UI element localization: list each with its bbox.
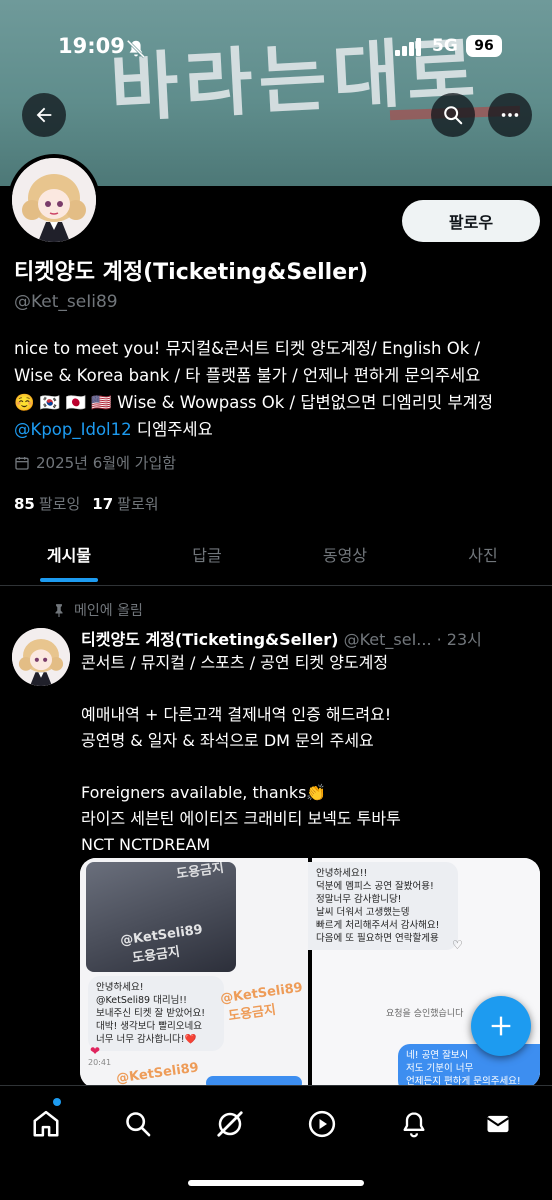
more-options-button[interactable]: [488, 93, 532, 137]
status-time: 19:09: [58, 34, 125, 58]
pinned-indicator: 메인에 올림: [52, 600, 143, 620]
home-icon: [33, 1110, 59, 1137]
tab-photos[interactable]: 사진: [414, 532, 552, 584]
profile-avatar[interactable]: [8, 154, 100, 246]
nav-notifications[interactable]: [394, 1104, 434, 1144]
post-text: 콘서트 / 뮤지컬 / 스포츠 / 공연 티켓 양도계정 예매내역 + 다른고객…: [81, 650, 541, 858]
bio-mention-link[interactable]: @Kpop_Idol12: [14, 420, 132, 439]
divider: [0, 585, 552, 586]
profile-tabs: 게시물 답글 동영상 사진: [0, 532, 552, 584]
profile-banner[interactable]: 바라는대로: [0, 0, 552, 186]
back-button[interactable]: [22, 93, 66, 137]
chat-bubble: 안녕하세요! @KetSeli89 대리님!! 보내주신 티켓 잘 받았어요! …: [88, 976, 224, 1051]
profile-handle: @Ket_seIi89: [14, 292, 118, 312]
nav-search[interactable]: [118, 1104, 158, 1144]
mail-icon: [486, 1115, 510, 1133]
nav-messages[interactable]: [478, 1104, 518, 1144]
tab-posts[interactable]: 게시물: [0, 532, 138, 584]
chat-bubble: 네! 공연 잘보시 저도 기분이 너무 언제든지 편하게 문의주세요!: [398, 1044, 540, 1088]
search-icon: [444, 106, 463, 125]
post-line: Foreigners available, thanks👏: [81, 783, 327, 802]
joined-date: 2025년 6월에 가입함: [14, 452, 176, 473]
profile-display-name: 티켓양도 계정(Ticketing&Seller): [14, 260, 369, 285]
post-author-name[interactable]: 티켓양도 계정(Ticketing&Seller): [81, 630, 338, 649]
avatar-illustration: [12, 628, 70, 686]
follow-button[interactable]: 팔로우: [402, 200, 540, 242]
bio-line: nice to meet you! 뮤지컬&콘서트 티켓 양도계정/ Engli…: [14, 339, 481, 358]
approval-notice: 요청을 승인했습니다: [386, 1009, 464, 1019]
compose-button[interactable]: [471, 996, 531, 1056]
followers-link[interactable]: 17 팔로워: [92, 493, 158, 514]
post-line: [81, 676, 541, 702]
following-label: 팔로잉: [38, 495, 81, 513]
pinned-label: 메인에 올림: [74, 603, 143, 619]
media-image-left[interactable]: 도용금지 @KetSeli89 도용금지 안녕하세요! @KetSeli89 대…: [80, 858, 308, 1088]
followers-count: 17: [92, 495, 114, 513]
post-author-avatar[interactable]: [12, 628, 70, 686]
notification-dot: [53, 1098, 61, 1106]
nav-home[interactable]: [26, 1104, 66, 1144]
avatar-illustration: [12, 158, 96, 242]
post-line: 공연명 & 일자 & 좌석으로 DM 문의 주세요: [81, 731, 374, 750]
following-count: 85: [14, 495, 35, 513]
bell-icon: [403, 1112, 425, 1138]
post-line: 라이즈 세븐틴 에이티즈 크래비티 보넥도 투바투: [81, 809, 401, 828]
chat-time: 20:41: [88, 1058, 112, 1067]
bell-off-icon: [126, 39, 146, 59]
nav-grok[interactable]: [210, 1104, 250, 1144]
nav-video[interactable]: [302, 1104, 342, 1144]
arrow-left-icon: [36, 107, 52, 123]
post-line: NCT NCTDREAM: [81, 835, 211, 854]
profile-bio: nice to meet you! 뮤지컬&콘서트 티켓 양도계정/ Engli…: [14, 335, 544, 443]
post-media[interactable]: 도용금지 @KetSeli89 도용금지 안녕하세요! @KetSeli89 대…: [80, 858, 540, 1088]
followers-label: 팔로워: [117, 495, 159, 513]
more-horizontal-icon: [501, 113, 519, 117]
network-type: 5G: [432, 36, 458, 56]
chat-bubble: 안녕하세요!! 덕분에 멤피스 공연 잘봤어용! 정말너무 감사합니당! 날씨 …: [308, 862, 458, 950]
post-line: 콘서트 / 뮤지컬 / 스포츠 / 공연 티켓 양도계정: [81, 653, 389, 672]
bio-text: 디엠주세요: [131, 420, 213, 439]
home-indicator: [188, 1180, 364, 1186]
tab-videos[interactable]: 동영상: [276, 532, 414, 584]
post-line: [81, 754, 541, 780]
following-link[interactable]: 85 팔로잉: [14, 493, 80, 514]
post-line: 예매내역 + 다른고객 결제내역 인증 해드려요!: [81, 705, 392, 724]
bio-line: Wise & Korea bank / 타 플랫폼 불가 / 언제나 편하게 문…: [14, 366, 481, 385]
post-author-meta: @Ket_seI... · 23시: [338, 630, 482, 649]
pin-icon: [55, 604, 63, 617]
battery-level: 96: [466, 35, 502, 57]
heart-outline-icon: ♡: [452, 938, 463, 952]
joined-text: 2025년 6월에 가입함: [36, 454, 177, 472]
follow-stats: 85 팔로잉 17 팔로워: [14, 493, 159, 514]
bio-line: @Kpop_Idol12 디엠주세요: [14, 416, 544, 443]
post-header: 티켓양도 계정(Ticketing&Seller) @Ket_seI... · …: [81, 626, 541, 650]
tab-replies[interactable]: 답글: [138, 532, 276, 584]
play-circle-icon: [308, 1110, 336, 1138]
grok-icon: [217, 1111, 243, 1137]
signal-icon: [395, 38, 421, 56]
search-button[interactable]: [431, 93, 475, 137]
bio-line: ☺️ 🇰🇷 🇯🇵 🇺🇸 Wise & Wowpass Ok / 답변없으면 디엠…: [14, 393, 493, 412]
watermark: @KetSeli89: [115, 1060, 200, 1087]
calendar-icon: [15, 456, 29, 470]
search-icon: [126, 1112, 151, 1137]
plus-icon: [491, 1016, 511, 1036]
status-bar: 19:09 5G 96: [0, 30, 552, 64]
heart-icon: ❤: [90, 1044, 101, 1058]
